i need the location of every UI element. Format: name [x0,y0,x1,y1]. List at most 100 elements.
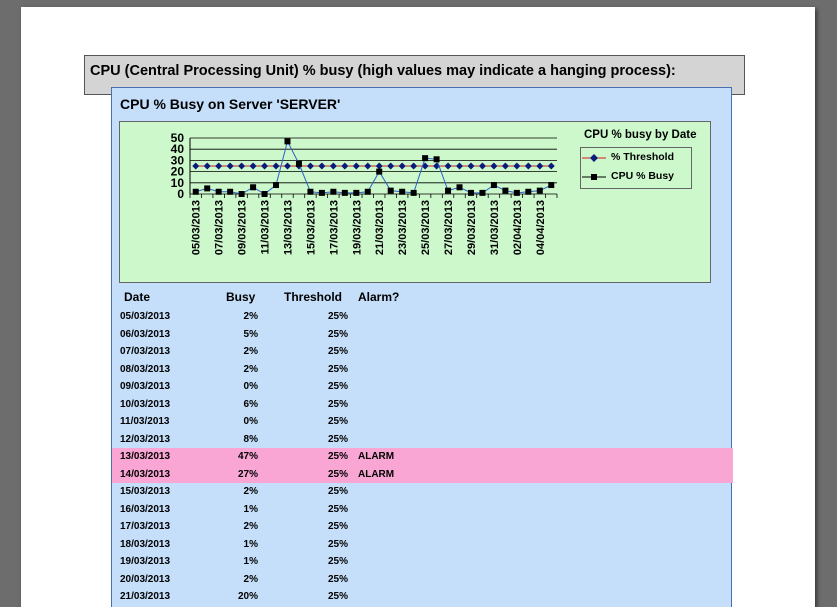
chart-legend-title: CPU % busy by Date [584,129,697,141]
table-row: 12/03/2013 8% 25% [112,431,733,449]
row-threshold: 25% [327,538,348,550]
busy-point [284,138,291,145]
x-tick-label: 04/04/2013 [535,200,547,255]
row-alarm: ALARM [358,451,395,462]
busy-point [227,188,234,195]
row-busy: 6% [243,398,258,410]
table-row: 06/03/2013 5% 25% [112,326,733,344]
table-row: 20/03/2013 2% 25% [112,571,733,589]
row-date: 07/03/2013 [120,346,171,357]
threshold-point [352,162,360,170]
busy-point [513,189,520,196]
threshold-point [341,162,349,170]
section-heading: CPU (Central Processing Unit) % busy (hi… [90,63,676,79]
busy-point [250,184,257,191]
threshold-point [467,162,475,170]
cpu-table: 05/03/2013 2% 25% 06/03/2013 5% 25% 07/03/2013… [112,308,733,606]
row-threshold: 25% [327,311,348,322]
row-threshold: 25% [327,381,348,392]
busy-point [204,185,211,192]
threshold-point [375,162,383,170]
busy-point [318,189,325,196]
col-header-busy: Busy [226,290,256,304]
busy-point [387,187,394,194]
threshold-point [318,162,326,170]
x-tick-label: 25/03/2013 [420,200,432,255]
x-tick-label: 07/03/2013 [214,200,226,255]
chart-legend: % Threshold CPU % Busy [580,147,692,189]
busy-point [261,191,268,197]
row-threshold: 25% [327,328,348,340]
row-busy: 2% [243,311,258,322]
threshold-point [226,162,234,170]
row-date: 16/03/2013 [120,503,171,515]
busy-point [307,188,314,195]
threshold-point [329,162,337,170]
busy-point [422,155,429,162]
row-date: 12/03/2013 [120,433,171,445]
threshold-point [490,162,498,170]
busy-point [433,156,440,163]
report-page: CPU (Central Processing Unit) % busy (hi… [21,7,815,607]
threshold-point [387,162,395,170]
busy-point [456,184,463,191]
row-date: 20/03/2013 [120,573,171,585]
row-threshold: 25% [327,468,348,480]
row-date: 11/03/2013 [120,416,170,427]
legend-threshold-swatch [582,154,606,162]
col-header-date: Date [124,290,151,304]
x-tick-label: 05/03/2013 [191,200,203,255]
row-busy: 1% [243,556,258,567]
x-tick-label: 13/03/2013 [282,200,294,255]
row-busy: 1% [243,503,258,515]
cpu-report-panel: CPU % Busy on Server 'SERVER' 0 10 20 30 40 5… [111,87,733,607]
row-alarm: ALARM [358,468,395,480]
threshold-point [261,162,269,170]
row-busy: 47% [237,451,258,462]
row-threshold: 25% [327,346,348,357]
table-row: 18/03/2013 1% 25% [112,536,733,554]
threshold-point [444,162,452,170]
row-date: 06/03/2013 [120,328,171,340]
busy-point [192,188,199,195]
col-header-alarm: Alarm? [358,290,400,304]
x-tick-label: 17/03/2013 [328,200,340,255]
row-threshold: 25% [327,591,348,602]
busy-point [364,188,371,195]
threshold-point [513,162,521,170]
threshold-point [536,162,544,170]
row-busy: 2% [243,573,258,585]
busy-point [399,188,406,195]
x-tick-label: 09/03/2013 [237,200,249,255]
row-busy: 2% [243,346,258,357]
y-tick-label: 50 [171,131,185,145]
legend-busy-label: CPU % Busy [611,170,675,182]
legend-busy-swatch [582,174,606,180]
busy-point [341,189,348,196]
threshold-point [410,162,418,170]
busy-point [295,160,302,167]
threshold-point [272,162,280,170]
row-threshold: 25% [327,433,348,445]
x-tick-label: 23/03/2013 [397,200,409,255]
threshold-point [524,162,532,170]
cpu-chart: 0 10 20 30 40 50 05/03/2013 07/03/2013 09/03/201… [119,121,711,283]
table-row: 15/03/2013 2% 25% [112,483,733,501]
threshold-point [283,162,291,170]
row-busy: 0% [243,381,258,392]
threshold-point [215,162,223,170]
row-busy: 5% [243,328,258,340]
row-date: 05/03/2013 [120,311,171,322]
row-threshold: 25% [327,573,348,585]
row-date: 17/03/2013 [120,521,171,532]
row-threshold: 25% [327,416,348,427]
table-row: 13/03/2013 47% 25% ALARM [112,448,733,466]
row-busy: 2% [243,363,258,375]
threshold-point [478,162,486,170]
x-tick-label: 02/04/2013 [512,200,524,255]
row-threshold: 25% [327,521,348,532]
busy-point [330,188,337,195]
table-row: 07/03/2013 2% 25% [112,343,733,361]
row-threshold: 25% [327,363,348,375]
table-row: 16/03/2013 1% 25% [112,501,733,519]
